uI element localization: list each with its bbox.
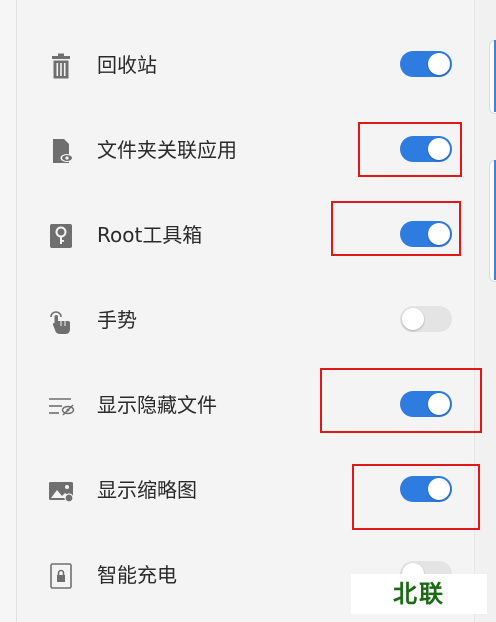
highlight-box xyxy=(320,368,482,433)
setting-label: 手势 xyxy=(97,308,137,332)
setting-row-gesture[interactable]: 手势 xyxy=(17,278,474,362)
setting-label: Root工具箱 xyxy=(97,223,203,247)
toggle-knob xyxy=(402,308,424,330)
setting-label: 回收站 xyxy=(97,53,157,77)
setting-row-recycle-bin[interactable]: 回收站 xyxy=(17,23,474,107)
recycle-bin-toggle[interactable] xyxy=(400,51,452,77)
hidden-files-icon xyxy=(49,398,75,416)
thumbnail-icon xyxy=(49,482,74,503)
folder-eye-icon xyxy=(53,139,74,163)
gesture-toggle[interactable] xyxy=(400,306,452,332)
hand-gesture-icon xyxy=(50,311,70,334)
setting-label: 显示隐藏文件 xyxy=(97,393,217,417)
toggle-knob xyxy=(428,53,450,75)
setting-label: 文件夹关联应用 xyxy=(97,138,237,162)
left-edge-panel xyxy=(0,0,17,622)
highlight-box xyxy=(352,464,480,530)
lock-icon xyxy=(50,563,72,589)
setting-label: 智能充电 xyxy=(97,563,177,587)
setting-label: 显示缩略图 xyxy=(97,478,197,502)
key-icon xyxy=(50,224,72,248)
trash-icon xyxy=(52,53,70,79)
highlight-box xyxy=(331,201,461,256)
watermark: 北联 xyxy=(351,574,487,614)
highlight-box xyxy=(358,122,462,177)
